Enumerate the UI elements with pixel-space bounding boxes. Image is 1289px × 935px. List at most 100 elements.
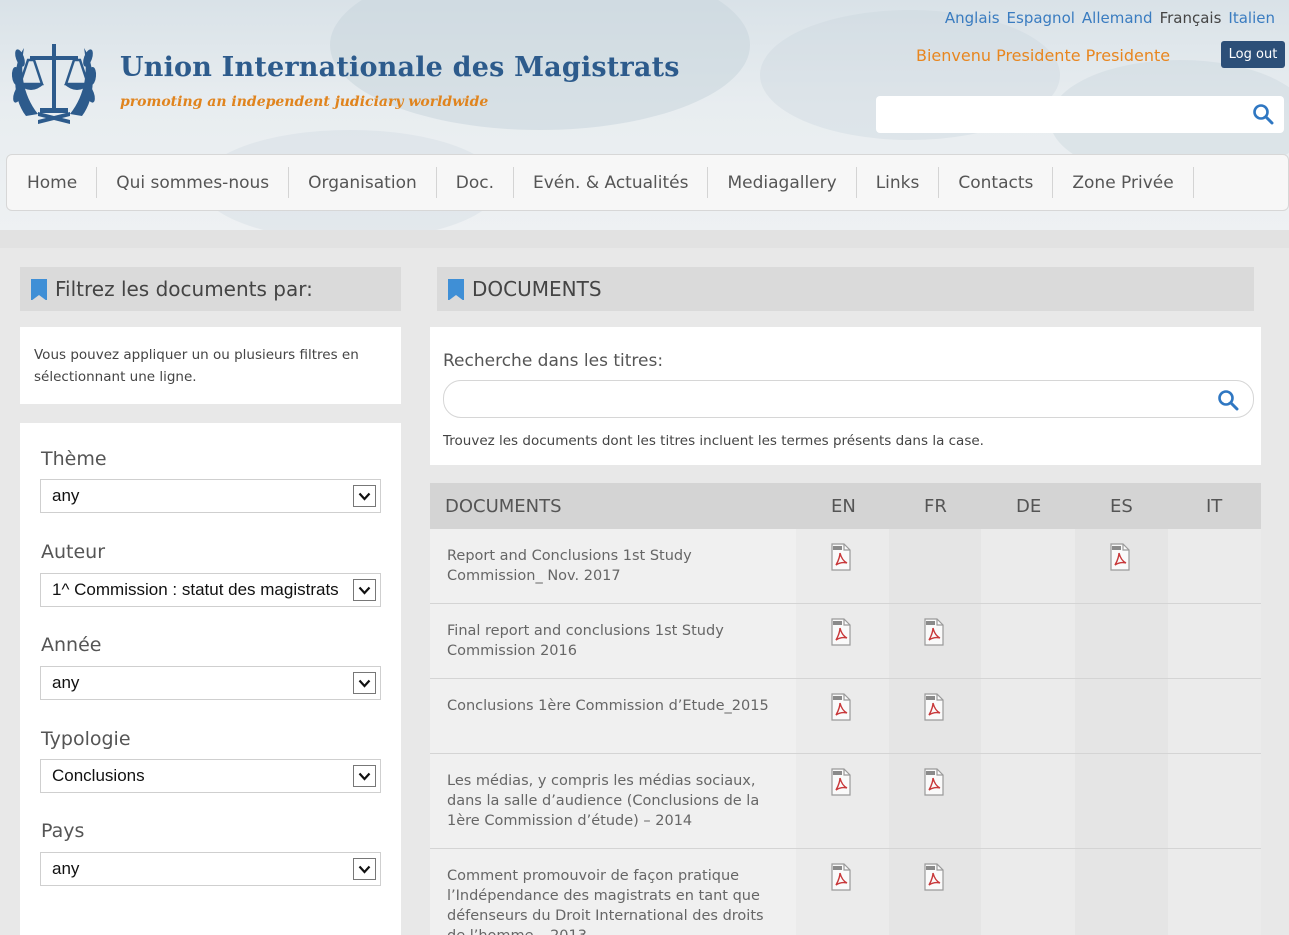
nav-item-zone-privee[interactable]: Zone Privée: [1053, 167, 1194, 198]
table-row: Report and Conclusions 1st Study Commiss…: [430, 529, 1261, 604]
nav-item-mediagallery[interactable]: Mediagallery: [708, 167, 857, 198]
cell-en: [796, 849, 889, 935]
document-title[interactable]: Les médias, y compris les médias sociaux…: [430, 754, 796, 848]
filter-select-theme[interactable]: any: [40, 479, 381, 513]
select-value: any: [52, 486, 80, 505]
cell-fr: [889, 754, 981, 848]
filter-intro: Vous pouvez appliquer un ou plusieurs fi…: [20, 327, 401, 404]
magnifier-icon[interactable]: [1252, 103, 1274, 125]
magnifier-icon[interactable]: [1217, 389, 1239, 411]
chevron-down-icon[interactable]: [353, 579, 376, 601]
filter-select-pays[interactable]: any: [40, 852, 381, 886]
title-search-hint: Trouvez les documents dont les titres in…: [443, 433, 984, 449]
cell-de: [981, 679, 1075, 753]
content-divider: [0, 230, 1289, 248]
column-header-de: DE: [1016, 496, 1042, 517]
filter-label-auteur: Auteur: [41, 541, 106, 563]
document-title[interactable]: Final report and conclusions 1st Study C…: [430, 604, 796, 678]
cell-it: [1168, 604, 1261, 678]
cell-es: [1075, 849, 1168, 935]
documents-panel-header: DOCUMENTS: [437, 267, 1254, 311]
site-tagline: promoting an independent judiciary world…: [120, 94, 489, 110]
cell-fr: [889, 849, 981, 935]
cell-de: [981, 604, 1075, 678]
scales-emblem-icon[interactable]: [8, 36, 100, 128]
document-title[interactable]: Comment promouvoir de façon pratique l’I…: [430, 849, 796, 935]
nav-item-home[interactable]: Home: [7, 167, 98, 198]
table-row: Final report and conclusions 1st Study C…: [430, 604, 1261, 679]
filter-label-theme: Thème: [41, 448, 107, 470]
lang-link-italien[interactable]: Italien: [1228, 9, 1275, 27]
cell-de: [981, 849, 1075, 935]
pdf-file-icon[interactable]: [923, 693, 945, 721]
pdf-file-icon[interactable]: [830, 543, 852, 571]
pdf-file-icon[interactable]: [830, 768, 852, 796]
document-title[interactable]: Conclusions 1ère Commission d’Etude_2015: [430, 679, 796, 753]
filter-heading: Filtrez les documents par:: [55, 277, 313, 301]
welcome-message: Bienvenu Presidente Presidente: [916, 46, 1171, 65]
filter-select-auteur[interactable]: 1^ Commission : statut des magistrats: [40, 573, 381, 607]
cell-fr: [889, 604, 981, 678]
pdf-file-icon[interactable]: [923, 863, 945, 891]
filter-label-annee: Année: [41, 634, 102, 656]
language-switcher: Anglais Espagnol Allemand Français Itali…: [945, 9, 1275, 27]
select-value: Conclusions: [52, 766, 145, 785]
cell-es: [1075, 529, 1168, 603]
filter-form: Thème any Auteur 1^ Commission : statut …: [20, 423, 401, 935]
cell-de: [981, 754, 1075, 848]
nav-item-links[interactable]: Links: [857, 167, 940, 198]
lang-link-francais[interactable]: Français: [1160, 9, 1222, 27]
cell-it: [1168, 529, 1261, 603]
bookmark-icon: [31, 278, 47, 301]
cell-fr: [889, 529, 981, 603]
table-row: Comment promouvoir de façon pratique l’I…: [430, 849, 1261, 935]
cell-en: [796, 604, 889, 678]
cell-en: [796, 529, 889, 603]
filter-select-annee[interactable]: any: [40, 666, 381, 700]
title-search-panel: Recherche dans les titres: Trouvez les d…: [430, 327, 1261, 465]
title-search-label: Recherche dans les titres:: [443, 351, 664, 371]
pdf-file-icon[interactable]: [923, 618, 945, 646]
pdf-file-icon[interactable]: [830, 863, 852, 891]
table-header: DOCUMENTS EN FR DE ES IT: [430, 483, 1261, 529]
select-value: any: [52, 859, 80, 878]
cell-es: [1075, 754, 1168, 848]
filter-label-pays: Pays: [41, 820, 85, 842]
documents-heading: DOCUMENTS: [472, 277, 602, 301]
pdf-file-icon[interactable]: [830, 618, 852, 646]
cell-es: [1075, 679, 1168, 753]
column-header-documents: DOCUMENTS: [445, 496, 562, 517]
filter-label-typologie: Typologie: [41, 728, 131, 750]
site-header: Anglais Espagnol Allemand Français Itali…: [0, 0, 1289, 235]
nav-item-qui-sommes-nous[interactable]: Qui sommes-nous: [97, 167, 290, 198]
site-search-input[interactable]: [876, 96, 1284, 133]
document-title[interactable]: Report and Conclusions 1st Study Commiss…: [430, 529, 796, 603]
cell-en: [796, 754, 889, 848]
documents-table: DOCUMENTS EN FR DE ES IT Report and Conc…: [430, 483, 1261, 935]
nav-item-contacts[interactable]: Contacts: [939, 167, 1054, 198]
pdf-file-icon[interactable]: [923, 768, 945, 796]
lang-link-espagnol[interactable]: Espagnol: [1007, 9, 1075, 27]
site-title[interactable]: Union Internationale des Magistrats: [120, 52, 680, 83]
nav-item-organisation[interactable]: Organisation: [289, 167, 437, 198]
column-header-it: IT: [1206, 496, 1223, 517]
pdf-file-icon[interactable]: [830, 693, 852, 721]
pdf-file-icon[interactable]: [1109, 543, 1131, 571]
chevron-down-icon[interactable]: [353, 485, 376, 507]
lang-link-anglais[interactable]: Anglais: [945, 9, 1000, 27]
chevron-down-icon[interactable]: [353, 858, 376, 880]
cell-de: [981, 529, 1075, 603]
cell-it: [1168, 679, 1261, 753]
select-value: any: [52, 673, 80, 692]
title-search-input[interactable]: [443, 380, 1254, 418]
nav-item-doc[interactable]: Doc.: [437, 167, 514, 198]
logout-button[interactable]: Log out: [1221, 41, 1285, 68]
filter-select-typologie[interactable]: Conclusions: [40, 759, 381, 793]
select-value: 1^ Commission : statut des magistrats: [52, 580, 339, 599]
chevron-down-icon[interactable]: [353, 765, 376, 787]
cell-en: [796, 679, 889, 753]
nav-item-evenements[interactable]: Evén. & Actualités: [514, 167, 709, 198]
chevron-down-icon[interactable]: [353, 672, 376, 694]
lang-link-allemand[interactable]: Allemand: [1082, 9, 1153, 27]
cell-es: [1075, 604, 1168, 678]
